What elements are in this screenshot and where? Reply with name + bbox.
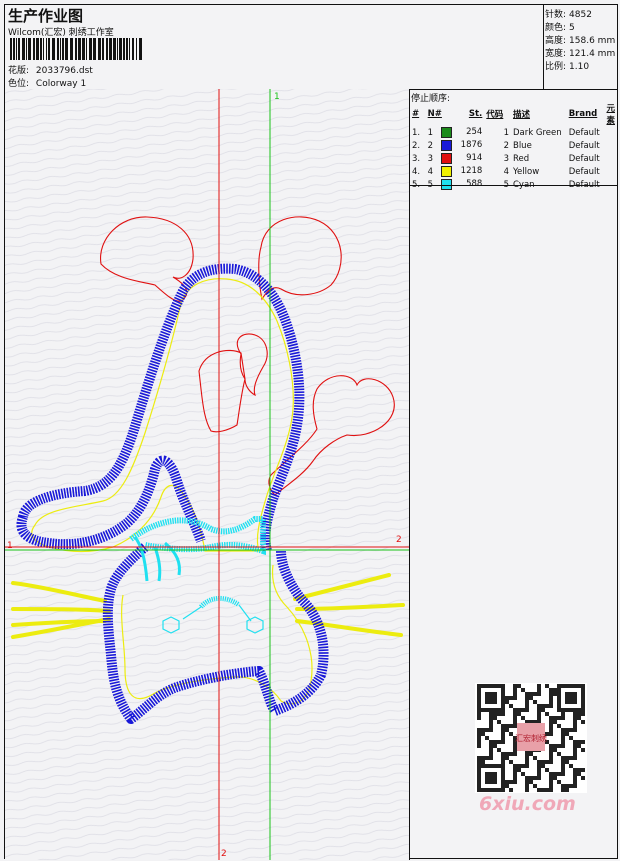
legend-divider <box>409 185 617 186</box>
row-needle: 3 <box>427 153 434 164</box>
axis-label-left: 1 <box>7 541 13 551</box>
design-file-row: 花版: 2033796.dst <box>8 63 93 76</box>
studio-name: Wilcom(汇宏) 刺绣工作室 <box>8 28 114 38</box>
row-description: Blue <box>512 140 532 151</box>
row-code: 4 <box>503 166 509 177</box>
color-swatch <box>441 166 453 177</box>
barcode-image <box>10 38 142 60</box>
color-stop-table: # N# St. 代码 描述 Brand 元素 1. 1 254 1 Dark Gree… <box>410 102 617 191</box>
watermark-text: 6xiu.com <box>479 793 576 815</box>
table-row[interactable]: 1. 1 254 1 Dark Green Default <box>410 126 617 139</box>
table-row[interactable]: 4. 4 1218 4 Yellow Default <box>410 165 617 178</box>
col-brand: Brand <box>568 109 598 119</box>
qr-stamp: 汇宏刺绣 <box>515 733 547 743</box>
stats-panel: 针数: 4852 颜色: 5 高度: 158.6 mm 宽度: 121.4 mm 比例:… <box>543 5 617 90</box>
qr-code-image: 汇宏刺绣 <box>475 683 587 793</box>
col-code: 代码 <box>486 110 504 120</box>
row-code: 2 <box>503 140 509 151</box>
stat-colors: 颜色: 5 <box>545 23 575 33</box>
col-index: # <box>412 109 420 119</box>
row-needle: 4 <box>427 166 434 177</box>
sheet-title: 生产作业图 <box>8 7 84 25</box>
production-sheet: 生产作业图 Wilcom(汇宏) 刺绣工作室 花版: 2033796.dst 色… <box>4 4 618 860</box>
row-description: Red <box>512 153 530 164</box>
color-swatch <box>441 153 453 164</box>
row-brand: Default <box>568 166 600 177</box>
stat-scale: 比例: 1.10 <box>545 62 590 72</box>
row-stitches: 914 <box>466 153 483 163</box>
design-canvas[interactable]: 1 2 1 2 <box>5 89 410 860</box>
row-code: 3 <box>503 153 509 164</box>
stat-height: 高度: 158.6 mm <box>545 36 616 46</box>
embroidery-preview <box>5 89 409 860</box>
row-index: 3. <box>412 153 421 164</box>
col-stitches: St. <box>468 109 483 119</box>
row-description: Yellow <box>512 166 540 177</box>
row-needle: 2 <box>427 140 434 151</box>
row-stitches: 1876 <box>460 140 483 150</box>
axis-label-top: 1 <box>274 92 280 102</box>
table-header: # N# St. 代码 描述 Brand 元素 <box>410 102 617 126</box>
colorway-value: Colorway 1 <box>35 79 87 89</box>
row-needle: 1 <box>427 127 434 138</box>
row-brand: Default <box>568 127 600 138</box>
sheet-header: 生产作业图 Wilcom(汇宏) 刺绣工作室 花版: 2033796.dst 色… <box>5 5 544 90</box>
colorway-label: 色位: <box>8 79 30 89</box>
col-description: 描述 <box>512 110 530 120</box>
row-description: Dark Green <box>512 127 562 138</box>
row-index: 4. <box>412 166 421 177</box>
color-swatch <box>441 140 453 151</box>
table-row[interactable]: 3. 3 914 3 Red Default <box>410 152 617 165</box>
col-element: 元素 <box>606 104 615 126</box>
row-index: 2. <box>412 140 421 151</box>
row-code: 1 <box>503 127 509 138</box>
row-stitches: 1218 <box>460 166 483 176</box>
stat-width: 宽度: 121.4 mm <box>545 49 616 59</box>
color-swatch <box>441 127 453 138</box>
table-row[interactable]: 2. 2 1876 2 Blue Default <box>410 139 617 152</box>
colorway-row: 色位: Colorway 1 <box>8 76 86 89</box>
stat-stitches: 针数: 4852 <box>545 10 592 20</box>
design-label: 花版: <box>8 66 30 76</box>
row-index: 1. <box>412 127 421 138</box>
axis-label-bottom: 2 <box>221 849 227 859</box>
row-brand: Default <box>568 153 600 164</box>
axis-label-right: 2 <box>396 535 402 545</box>
row-stitches: 588 <box>466 179 483 189</box>
row-stitches: 254 <box>466 127 483 137</box>
design-file-name: 2033796.dst <box>35 66 93 76</box>
col-needle: N# <box>427 109 442 119</box>
stop-sequence-panel: 停止顺序: # N# St. 代码 描述 Brand 元素 1. 1 254 1 Dar… <box>409 89 617 860</box>
fabric-texture <box>5 89 409 860</box>
row-brand: Default <box>568 140 600 151</box>
